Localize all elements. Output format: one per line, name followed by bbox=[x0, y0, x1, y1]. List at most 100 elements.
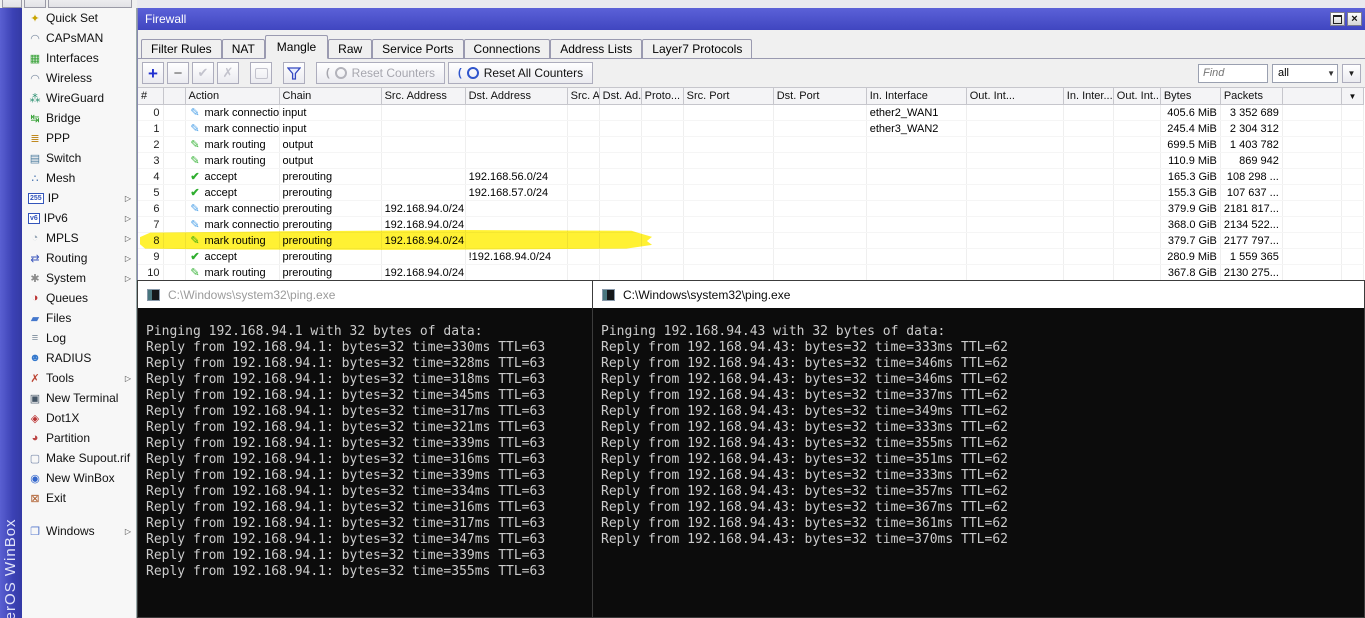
column-header-dst-ad-[interactable]: Dst. Ad... bbox=[599, 88, 642, 105]
tab-nat[interactable]: NAT bbox=[221, 39, 265, 58]
sidebar-item-wireguard[interactable]: ⁂ WireGuard bbox=[22, 88, 136, 108]
interfaces-icon: ▦ bbox=[29, 52, 41, 65]
terminal-line: Reply from 192.168.94.1: bytes=32 time=3… bbox=[146, 484, 546, 499]
column-header-out-int-[interactable]: Out. Int... bbox=[966, 88, 1064, 105]
sidebar-item-ppp[interactable]: ≣ PPP bbox=[22, 128, 136, 148]
rule-row-9[interactable]: 9 ✔ accept prerouting !192.168.94.0/24 280.9 … bbox=[138, 248, 1365, 265]
rule-row-6[interactable]: 6 ✎ mark connection prerouting 192.168.94.0/… bbox=[138, 200, 1365, 217]
column-header-chain[interactable]: Chain bbox=[279, 88, 382, 105]
cell bbox=[1063, 152, 1114, 169]
tab-layer7-protocols[interactable]: Layer7 Protocols bbox=[642, 39, 753, 58]
add-rule-button[interactable]: + bbox=[142, 62, 164, 84]
sidebar-item-interfaces[interactable]: ▦ Interfaces bbox=[22, 48, 136, 68]
tab-raw[interactable]: Raw bbox=[328, 39, 373, 58]
sidebar-item-radius[interactable]: ☻ RADIUS bbox=[22, 348, 136, 368]
filter-scope-select[interactable]: all ▼ bbox=[1272, 63, 1338, 83]
filter-button[interactable] bbox=[283, 62, 305, 84]
rule-row-8[interactable]: 8 ✎ mark routing prerouting 192.168.94.0/24 3… bbox=[138, 232, 1365, 249]
cell bbox=[641, 104, 684, 121]
sidebar-item-mpls[interactable]: ◔ MPLS ▷ bbox=[22, 228, 136, 248]
disable-rule-button[interactable]: ✗ bbox=[217, 62, 239, 84]
rule-row-4[interactable]: 4 ✔ accept prerouting 192.168.56.0/24 165.3 G… bbox=[138, 168, 1365, 185]
rule-row-7[interactable]: 7 ✎ mark connection prerouting 192.168.94.0/… bbox=[138, 216, 1365, 233]
tab-mangle[interactable]: Mangle bbox=[264, 35, 329, 59]
restore-button[interactable] bbox=[1330, 12, 1345, 26]
rule-row-0[interactable]: 0 ✎ mark connection input ether2_WAN1 405.6 M… bbox=[138, 104, 1365, 121]
sidebar-item-make-supout[interactable]: ▢ Make Supout.rif bbox=[22, 448, 136, 468]
column-header-packets[interactable]: Packets bbox=[1220, 88, 1283, 105]
find-input[interactable] bbox=[1198, 63, 1268, 83]
sidebar-item-log[interactable]: ≡ Log bbox=[22, 328, 136, 348]
tab-service-ports[interactable]: Service Ports bbox=[372, 39, 464, 58]
column-header-proto-[interactable]: Proto... bbox=[641, 88, 684, 105]
column-header-out-int-[interactable]: Out. Int... bbox=[1113, 88, 1161, 105]
column-header-in-inter-[interactable]: In. Inter... bbox=[1063, 88, 1114, 105]
column-header-dst-port[interactable]: Dst. Port bbox=[773, 88, 867, 105]
rule-row-1[interactable]: 1 ✎ mark connection input ether3_WAN2 245.4 M… bbox=[138, 120, 1365, 137]
sidebar-item-ipv6[interactable]: v6 IPv6 ▷ bbox=[22, 208, 136, 228]
reset-counters-button[interactable]: ( Reset Counters bbox=[316, 62, 446, 84]
sidebar-item-label: Bridge bbox=[46, 111, 81, 125]
sidebar-item-dot1x[interactable]: ◈ Dot1X bbox=[22, 408, 136, 428]
reset-all-counters-button[interactable]: ( Reset All Counters bbox=[448, 62, 594, 84]
terminal-titlebar[interactable]: C:\Windows\system32\ping.exe bbox=[593, 281, 1364, 308]
rule-row-10[interactable]: 10 ✎ mark routing prerouting 192.168.94.0/24… bbox=[138, 264, 1365, 281]
rule-row-2[interactable]: 2 ✎ mark routing output 699.5 MiB 1 403 782 bbox=[138, 136, 1365, 153]
sidebar-item-routing[interactable]: ⇄ Routing ▷ bbox=[22, 248, 136, 268]
sidebar-item-new-terminal[interactable]: ▣ New Terminal bbox=[22, 388, 136, 408]
column-header-src-port[interactable]: Src. Port bbox=[683, 88, 774, 105]
column-header--[interactable]: # bbox=[138, 88, 164, 105]
sidebar-item-exit[interactable]: ⊠ Exit bbox=[22, 488, 136, 508]
sidebar-item-switch[interactable]: ▤ Switch bbox=[22, 148, 136, 168]
submenu-arrow-icon: ▷ bbox=[124, 526, 131, 536]
action-cell: ✎ mark connection bbox=[185, 216, 280, 233]
enable-rule-button[interactable]: ✔ bbox=[192, 62, 214, 84]
firewall-titlebar[interactable]: Firewall × bbox=[138, 8, 1365, 30]
scope-dropdown-button[interactable]: ▼ bbox=[1342, 63, 1361, 83]
close-button[interactable]: × bbox=[1347, 12, 1362, 26]
column-header-blank-17[interactable] bbox=[1282, 88, 1342, 105]
column-header-dst-address[interactable]: Dst. Address bbox=[465, 88, 568, 105]
reset-all-ring-icon bbox=[466, 67, 479, 79]
column-select-dropdown[interactable]: ▼ bbox=[1341, 88, 1365, 105]
sidebar-item-ip[interactable]: 255 IP ▷ bbox=[22, 188, 136, 208]
cell: 107 637 ... bbox=[1220, 184, 1283, 201]
cell bbox=[1282, 168, 1342, 185]
bridge-icon: ↹ bbox=[30, 112, 40, 125]
sidebar-item-label: Switch bbox=[46, 151, 82, 165]
sidebar-item-capsman[interactable]: ◠ CAPsMAN bbox=[22, 28, 136, 48]
terminal-titlebar[interactable]: C:\Windows\system32\ping.exe bbox=[138, 281, 592, 308]
sidebar-item-files[interactable]: ▰ Files bbox=[22, 308, 136, 328]
sidebar-item-new-winbox[interactable]: ◉ New WinBox bbox=[22, 468, 136, 488]
tab-filter-rules[interactable]: Filter Rules bbox=[141, 39, 222, 58]
log-icon: ≡ bbox=[31, 332, 39, 344]
sidebar-item-windows[interactable]: ❐ Windows ▷ bbox=[22, 521, 136, 541]
comment-button[interactable] bbox=[250, 62, 272, 84]
cell bbox=[866, 200, 967, 217]
sidebar-item-bridge[interactable]: ↹ Bridge bbox=[22, 108, 136, 128]
cell bbox=[163, 264, 186, 281]
sidebar-item-tools[interactable]: ✗ Tools ▷ bbox=[22, 368, 136, 388]
sidebar-item-quick-set[interactable]: ✦ Quick Set bbox=[22, 8, 136, 28]
tab-address-lists[interactable]: Address Lists bbox=[550, 39, 643, 58]
tab-connections[interactable]: Connections bbox=[463, 39, 551, 58]
column-header-blank-1[interactable] bbox=[163, 88, 186, 105]
sidebar-item-queues[interactable]: ◑ Queues bbox=[22, 288, 136, 308]
cmd-icon bbox=[147, 288, 160, 301]
remove-rule-button[interactable]: − bbox=[167, 62, 189, 84]
column-header-bytes[interactable]: Bytes bbox=[1160, 88, 1221, 105]
column-header-action[interactable]: Action bbox=[185, 88, 280, 105]
rule-row-3[interactable]: 3 ✎ mark routing output 110.9 MiB 869 942 bbox=[138, 152, 1365, 169]
sidebar-item-system[interactable]: ✱ System ▷ bbox=[22, 268, 136, 288]
column-header-src-ad-[interactable]: Src. Ad... bbox=[567, 88, 600, 105]
column-header-src-address[interactable]: Src. Address bbox=[381, 88, 466, 105]
sidebar-item-mesh[interactable]: ∴ Mesh bbox=[22, 168, 136, 188]
terminal-line: Reply from 192.168.94.43: bytes=32 time=… bbox=[601, 372, 1008, 387]
queues-icon: ◑ bbox=[31, 292, 39, 304]
sidebar-item-partition[interactable]: ◕ Partition bbox=[22, 428, 136, 448]
terminal-line: Reply from 192.168.94.43: bytes=32 time=… bbox=[601, 500, 1008, 515]
sidebar-item-wireless[interactable]: ◠ Wireless bbox=[22, 68, 136, 88]
rule-row-5[interactable]: 5 ✔ accept prerouting 192.168.57.0/24 155.3 G… bbox=[138, 184, 1365, 201]
cell bbox=[1282, 232, 1342, 249]
column-header-in-interface[interactable]: In. Interface bbox=[866, 88, 967, 105]
